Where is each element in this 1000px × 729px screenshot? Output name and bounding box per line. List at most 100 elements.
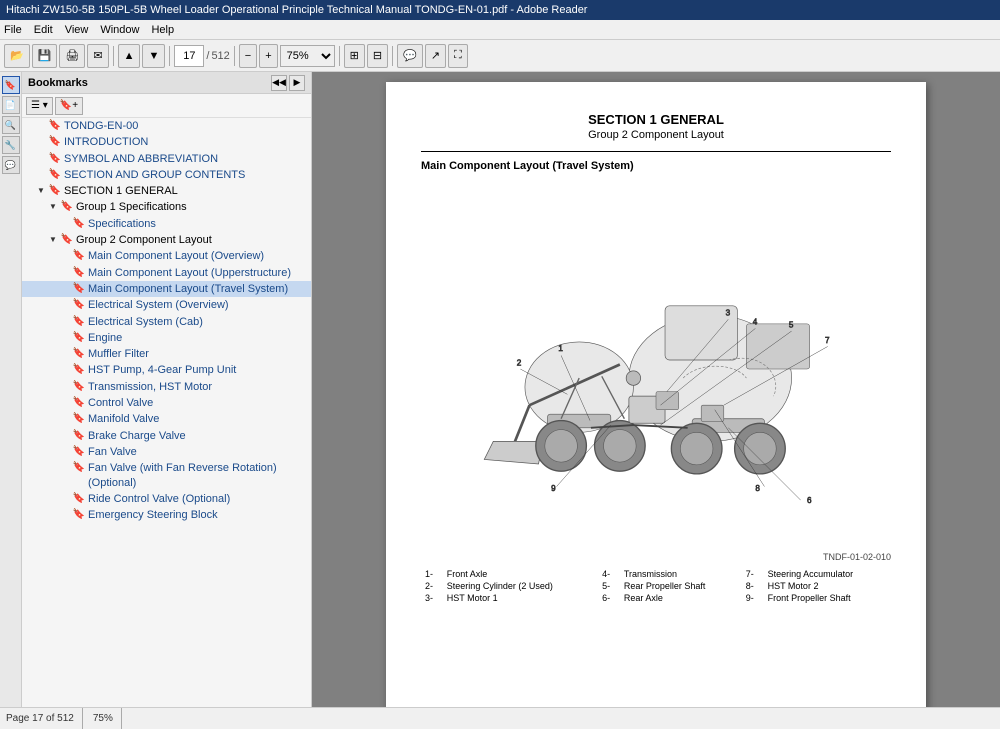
email-button[interactable]: ✉ bbox=[87, 44, 108, 68]
tree-label: SYMBOL AND ABBREVIATION bbox=[64, 152, 311, 166]
fit-page-button[interactable]: ⊟ bbox=[367, 44, 388, 68]
bookmarks-header: Bookmarks ◀◀ ▶ bbox=[22, 72, 311, 94]
tree-item-group1-specs[interactable]: ▼ 🔖 Group 1 Specifications bbox=[22, 199, 311, 215]
tree-item-muffler[interactable]: 🔖 Muffler Filter bbox=[22, 346, 311, 362]
tree-label: Manifold Valve bbox=[88, 412, 311, 426]
bookmark-icon: 🔖 bbox=[72, 508, 86, 522]
sidebar-options-button[interactable]: ☰ ▾ bbox=[26, 97, 53, 115]
tree-item-control-valve[interactable]: 🔖 Control Valve bbox=[22, 395, 311, 411]
expand-icon: ▼ bbox=[34, 184, 48, 198]
bookmarks-panel-button[interactable]: 🔖 bbox=[2, 76, 20, 94]
svg-text:8: 8 bbox=[755, 484, 760, 493]
legend-num-1: 1- bbox=[421, 568, 443, 580]
tree-item-tondg[interactable]: 🔖 TONDG-EN-00 bbox=[22, 118, 311, 134]
menu-view[interactable]: View bbox=[65, 24, 89, 36]
tree-label: Main Component Layout (Upperstructure) bbox=[88, 266, 311, 280]
legend-num-2: 2- bbox=[421, 580, 443, 592]
tree-item-main-overview[interactable]: 🔖 Main Component Layout (Overview) bbox=[22, 248, 311, 264]
bookmarks-header-buttons: ◀◀ ▶ bbox=[271, 75, 305, 91]
tree-label: Engine bbox=[88, 331, 311, 345]
menu-help[interactable]: Help bbox=[151, 24, 174, 36]
tree-item-specifications[interactable]: 🔖 Specifications bbox=[22, 216, 311, 232]
collapse-panel-button[interactable]: ◀◀ bbox=[271, 75, 287, 91]
tree-item-fan-valve-reverse[interactable]: 🔖 Fan Valve (with Fan Reverse Rotation)(… bbox=[22, 460, 311, 491]
pdf-area[interactable]: SECTION 1 GENERAL Group 2 Component Layo… bbox=[312, 72, 1000, 707]
tree-item-group2-layout[interactable]: ▼ 🔖 Group 2 Component Layout bbox=[22, 232, 311, 248]
legend-num-4: 4- bbox=[598, 568, 620, 580]
sidebar-toolbar: ☰ ▾ 🔖+ bbox=[22, 94, 311, 118]
expand-icon bbox=[58, 266, 72, 280]
page-separator: / bbox=[206, 50, 209, 62]
toolbar: 📂 💾 🖨 ✉ ▲ ▼ 17 / 512 − + 50% 75% 100% 12… bbox=[0, 40, 1000, 72]
save-button[interactable]: 💾 bbox=[32, 44, 58, 68]
fit-width-button[interactable]: ⊞ bbox=[344, 44, 365, 68]
bookmarks-title: Bookmarks bbox=[28, 77, 88, 89]
group-title: Group 2 Component Layout bbox=[421, 129, 891, 141]
expand-icon bbox=[58, 298, 72, 312]
status-zoom: 75% bbox=[93, 708, 122, 729]
tree-item-main-travel[interactable]: 🔖 Main Component Layout (Travel System) bbox=[22, 281, 311, 297]
tree-item-manifold-valve[interactable]: 🔖 Manifold Valve bbox=[22, 411, 311, 427]
tree-item-main-upper[interactable]: 🔖 Main Component Layout (Upperstructure) bbox=[22, 265, 311, 281]
legend-num-7: 7- bbox=[742, 568, 764, 580]
sidebar-add-button[interactable]: 🔖+ bbox=[55, 97, 83, 115]
comments-panel-button[interactable]: 💬 bbox=[2, 156, 20, 174]
zoom-select[interactable]: 50% 75% 100% 125% 150% bbox=[280, 45, 335, 67]
tree-item-hst-pump[interactable]: 🔖 HST Pump, 4-Gear Pump Unit bbox=[22, 362, 311, 378]
svg-text:2: 2 bbox=[517, 358, 522, 367]
share-button[interactable]: ↗ bbox=[425, 44, 446, 68]
tree-item-intro[interactable]: 🔖 INTRODUCTION bbox=[22, 134, 311, 150]
print-button[interactable]: 🖨 bbox=[59, 44, 85, 68]
prev-page-button[interactable]: ▲ bbox=[118, 44, 141, 68]
svg-text:1: 1 bbox=[558, 344, 563, 353]
tree-item-section1[interactable]: ▼ 🔖 SECTION 1 GENERAL bbox=[22, 183, 311, 199]
tree-item-symbol[interactable]: 🔖 SYMBOL AND ABBREVIATION bbox=[22, 151, 311, 167]
fullscreen-button[interactable]: ⛶ bbox=[448, 44, 468, 68]
tree-label: Transmission, HST Motor bbox=[88, 380, 311, 394]
tree-item-transmission[interactable]: 🔖 Transmission, HST Motor bbox=[22, 379, 311, 395]
expand-icon bbox=[58, 412, 72, 426]
open-button[interactable]: 📂 bbox=[4, 44, 30, 68]
bookmark-icon: 🔖 bbox=[60, 200, 74, 214]
legend-row-3: 3- HST Motor 1 6- Rear Axle 9- Front Pro… bbox=[421, 592, 891, 604]
menu-file[interactable]: File bbox=[4, 24, 22, 36]
tree-label: TONDG-EN-00 bbox=[64, 119, 311, 133]
menu-window[interactable]: Window bbox=[100, 24, 139, 36]
zoom-in-button[interactable]: + bbox=[259, 44, 277, 68]
next-page-button[interactable]: ▼ bbox=[142, 44, 165, 68]
bookmark-icon: 🔖 bbox=[72, 363, 86, 377]
tree-label: SECTION 1 GENERAL bbox=[64, 184, 311, 198]
legend-label-4: Transmission bbox=[620, 568, 742, 580]
tree-item-section-group-contents[interactable]: 🔖 SECTION AND GROUP CONTENTS bbox=[22, 167, 311, 183]
expand-icon bbox=[34, 119, 48, 133]
tree-label: Electrical System (Cab) bbox=[88, 315, 311, 329]
expand-panel-button[interactable]: ▶ bbox=[289, 75, 305, 91]
tree-item-elec-cab[interactable]: 🔖 Electrical System (Cab) bbox=[22, 314, 311, 330]
menu-edit[interactable]: Edit bbox=[34, 24, 53, 36]
zoom-out-button[interactable]: − bbox=[239, 44, 257, 68]
tools-panel-button[interactable]: 🔧 bbox=[2, 136, 20, 154]
zoom-status: 75% bbox=[93, 713, 113, 724]
tree-item-ride-control[interactable]: 🔖 Ride Control Valve (Optional) bbox=[22, 491, 311, 507]
legend-label-9: Front Propeller Shaft bbox=[764, 592, 891, 604]
bookmark-icon: 🔖 bbox=[48, 119, 62, 133]
tree-item-engine[interactable]: 🔖 Engine bbox=[22, 330, 311, 346]
bookmark-icon: 🔖 bbox=[60, 233, 74, 247]
tree-item-brake-charge[interactable]: 🔖 Brake Charge Valve bbox=[22, 428, 311, 444]
bookmark-icon: 🔖 bbox=[72, 461, 86, 475]
expand-icon bbox=[58, 492, 72, 506]
page-number-input[interactable]: 17 bbox=[174, 45, 204, 67]
tree-container[interactable]: 🔖 TONDG-EN-00 🔖 INTRODUCTION 🔖 SYMBOL AN… bbox=[22, 118, 311, 707]
bookmark-icon: 🔖 bbox=[72, 331, 86, 345]
sep2 bbox=[169, 46, 170, 66]
search-panel-button[interactable]: 🔍 bbox=[2, 116, 20, 134]
pages-panel-button[interactable]: 📄 bbox=[2, 96, 20, 114]
tree-item-emergency-steering[interactable]: 🔖 Emergency Steering Block bbox=[22, 507, 311, 523]
comment-button[interactable]: 💬 bbox=[397, 44, 423, 68]
expand-icon bbox=[58, 331, 72, 345]
tree-item-fan-valve[interactable]: 🔖 Fan Valve bbox=[22, 444, 311, 460]
tree-item-elec-overview[interactable]: 🔖 Electrical System (Overview) bbox=[22, 297, 311, 313]
svg-text:5: 5 bbox=[789, 320, 794, 329]
sidebar: Bookmarks ◀◀ ▶ ☰ ▾ 🔖+ 🔖 TONDG-EN-00 🔖 bbox=[22, 72, 312, 707]
legend-num-3: 3- bbox=[421, 592, 443, 604]
